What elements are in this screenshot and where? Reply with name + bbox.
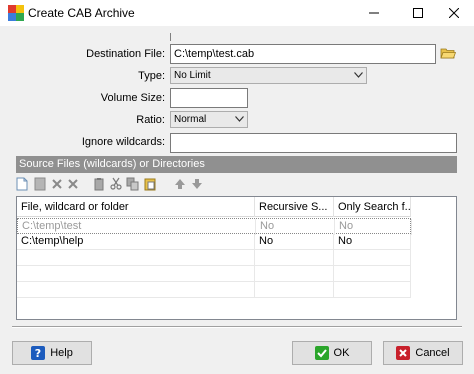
chevron-down-icon bbox=[354, 72, 363, 78]
type-select[interactable]: No Limit bbox=[170, 67, 367, 84]
cell-empty bbox=[255, 250, 334, 266]
table-row-empty bbox=[17, 250, 411, 266]
cell-recursive: No bbox=[255, 234, 334, 250]
source-toolbar bbox=[14, 176, 214, 194]
grid-header: File, wildcard or folder Recursive S... … bbox=[17, 197, 411, 217]
cell-empty bbox=[334, 282, 411, 298]
svg-text:?: ? bbox=[35, 347, 41, 360]
type-label: Type: bbox=[138, 70, 165, 82]
help-icon: ? bbox=[31, 346, 46, 360]
cancel-button[interactable]: Cancel bbox=[383, 341, 463, 365]
ratio-select[interactable]: Normal bbox=[170, 111, 248, 128]
column-header-recursive[interactable]: Recursive S... bbox=[255, 197, 334, 217]
column-header-file[interactable]: File, wildcard or folder bbox=[17, 197, 255, 217]
new-item-button[interactable] bbox=[14, 176, 30, 192]
volume-size-input[interactable] bbox=[170, 88, 248, 108]
title-bar: Create CAB Archive bbox=[0, 0, 474, 26]
edit-item-button[interactable] bbox=[32, 176, 48, 192]
move-down-button[interactable] bbox=[189, 176, 205, 192]
ok-button-label: OK bbox=[333, 347, 350, 359]
minimize-button[interactable] bbox=[354, 0, 394, 26]
edit-document-icon bbox=[34, 177, 46, 191]
move-up-button[interactable] bbox=[172, 176, 188, 192]
table-row[interactable]: C:\temp\help No No bbox=[17, 234, 411, 250]
checkmark-icon bbox=[314, 346, 329, 360]
copy-button[interactable] bbox=[125, 176, 141, 192]
type-select-value: No Limit bbox=[174, 70, 211, 81]
delete-icon bbox=[52, 179, 62, 189]
minimize-icon bbox=[369, 12, 379, 14]
table-row-empty bbox=[17, 282, 411, 298]
cell-empty bbox=[255, 266, 334, 282]
copy-icon bbox=[126, 177, 139, 191]
cell-empty bbox=[17, 266, 255, 282]
tick-mark bbox=[170, 33, 171, 41]
cell-file: C:\temp\help bbox=[17, 234, 255, 250]
close-button[interactable] bbox=[434, 0, 474, 26]
arrow-up-icon bbox=[175, 179, 185, 189]
maximize-icon bbox=[413, 8, 423, 18]
arrow-down-icon bbox=[192, 179, 202, 189]
table-row[interactable]: C:\temp\test No No bbox=[17, 218, 412, 235]
cell-only-search: No bbox=[335, 219, 412, 235]
cell-empty bbox=[17, 282, 255, 298]
cell-file: C:\temp\test bbox=[18, 219, 256, 235]
cancel-button-label: Cancel bbox=[415, 347, 450, 359]
open-folder-icon bbox=[440, 48, 457, 59]
window-title: Create CAB Archive bbox=[28, 6, 135, 20]
cell-empty bbox=[255, 282, 334, 298]
clipboard-icon bbox=[94, 178, 104, 191]
cell-empty bbox=[334, 250, 411, 266]
cell-only-search: No bbox=[334, 234, 411, 250]
paste-icon bbox=[144, 178, 156, 191]
ok-button[interactable]: OK bbox=[292, 341, 372, 365]
volume-size-label: Volume Size: bbox=[100, 92, 165, 104]
browse-folder-button[interactable] bbox=[440, 46, 457, 60]
delete-all-button[interactable] bbox=[65, 176, 81, 192]
cut-button[interactable] bbox=[108, 176, 124, 192]
source-files-grid[interactable]: File, wildcard or folder Recursive S... … bbox=[16, 196, 457, 320]
column-header-only-search[interactable]: Only Search f... bbox=[334, 197, 411, 217]
ignore-wildcards-input[interactable] bbox=[170, 133, 457, 153]
copy-list-button[interactable] bbox=[91, 176, 107, 192]
destination-file-input[interactable]: C:\temp\test.cab bbox=[170, 44, 436, 64]
help-button-label: Help bbox=[50, 347, 73, 359]
divider bbox=[12, 326, 462, 328]
scissors-icon bbox=[110, 177, 122, 190]
cell-empty bbox=[334, 266, 411, 282]
table-row-empty bbox=[17, 266, 411, 282]
delete-all-icon bbox=[68, 179, 78, 189]
ignore-wildcards-label: Ignore wildcards: bbox=[81, 136, 165, 148]
ratio-select-value: Normal bbox=[174, 114, 207, 125]
delete-item-button[interactable] bbox=[49, 176, 65, 192]
cell-empty bbox=[17, 250, 255, 266]
paste-button[interactable] bbox=[142, 176, 158, 192]
chevron-down-icon bbox=[235, 116, 244, 122]
new-document-icon bbox=[16, 177, 28, 191]
help-button[interactable]: ? Help bbox=[12, 341, 92, 365]
ratio-label: Ratio: bbox=[136, 114, 165, 126]
source-files-section-header: Source Files (wildcards) or Directories bbox=[16, 156, 457, 173]
close-icon bbox=[449, 8, 459, 18]
cancel-icon bbox=[396, 346, 411, 360]
maximize-button[interactable] bbox=[398, 0, 438, 26]
dialog-body: Destination File: C:\temp\test.cab Type:… bbox=[0, 26, 474, 374]
app-icon bbox=[8, 5, 24, 21]
cell-recursive: No bbox=[256, 219, 335, 235]
destination-file-label: Destination File: bbox=[86, 48, 165, 60]
